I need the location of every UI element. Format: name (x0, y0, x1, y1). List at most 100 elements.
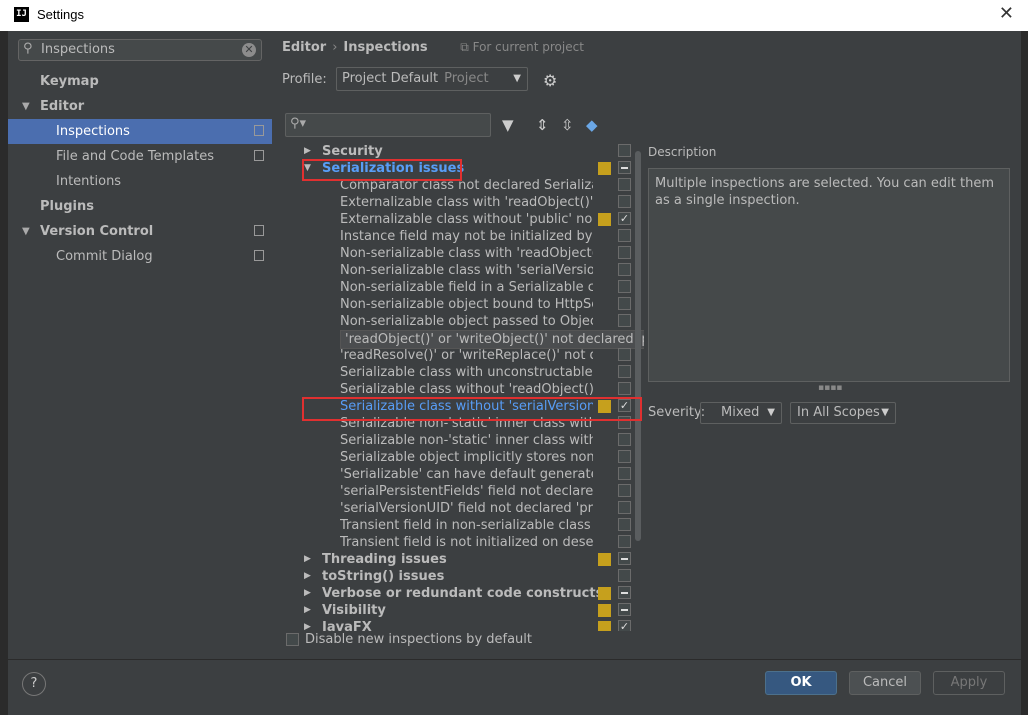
ok-button[interactable]: OK (765, 671, 837, 695)
inspection-tree-scrollbar[interactable] (635, 151, 641, 541)
inspection-item[interactable]: Non-serializable field in a Serializable… (286, 279, 644, 296)
item-checkbox[interactable] (618, 365, 631, 378)
item-checkbox[interactable]: ✓ (618, 399, 631, 412)
item-checkbox[interactable] (618, 501, 631, 514)
clear-search-icon[interactable]: ✕ (242, 43, 256, 57)
inspection-item-selected[interactable]: Serializable class without 'serialVersio… (286, 398, 644, 415)
inspection-item[interactable]: Non-serializable class with 'readObject(… (286, 245, 644, 262)
breadcrumb-separator: › (332, 40, 338, 55)
inspection-group-javafx[interactable]: ▶ JavaFX ✓ (286, 619, 644, 631)
settings-search-value: Inspections (41, 42, 115, 57)
cancel-button[interactable]: Cancel (849, 671, 921, 695)
group-checkbox[interactable] (618, 569, 631, 582)
item-checkbox[interactable] (618, 484, 631, 497)
group-checkbox[interactable]: ✓ (618, 620, 631, 631)
disable-new-inspections-checkbox[interactable] (286, 633, 299, 646)
item-checkbox[interactable] (618, 535, 631, 548)
inspection-group-security[interactable]: ▶ Security (286, 143, 644, 160)
sidebar-item-commit-dialog[interactable]: Commit Dialog (8, 244, 272, 269)
sidebar-item-file-code-templates[interactable]: File and Code Templates (8, 144, 272, 169)
item-checkbox[interactable] (618, 450, 631, 463)
inspection-item[interactable]: Externalizable class without 'public' no… (286, 211, 644, 228)
severity-dropdown[interactable]: Mixed ▼ (700, 402, 782, 424)
item-checkbox[interactable] (618, 280, 631, 293)
group-checkbox[interactable] (618, 603, 631, 616)
expanded-arrow-icon[interactable]: ▼ (304, 160, 311, 177)
inspection-item[interactable]: Externalizable class with 'readObject()'… (286, 194, 644, 211)
sidebar-item-editor[interactable]: ▼ Editor (8, 94, 272, 119)
item-checkbox[interactable] (618, 297, 631, 310)
sidebar-item-version-control[interactable]: ▼ Version Control (8, 219, 272, 244)
chevron-down-icon: ▼ (881, 407, 889, 418)
item-checkbox[interactable] (618, 416, 631, 429)
item-checkbox[interactable] (618, 467, 631, 480)
inspection-item[interactable]: Serializable class with unconstructable … (286, 364, 644, 381)
inspection-item[interactable]: Serializable class without 'readObject()… (286, 381, 644, 398)
item-checkbox[interactable] (618, 382, 631, 395)
item-checkbox[interactable] (618, 518, 631, 531)
item-checkbox[interactable] (618, 246, 631, 259)
inspection-item[interactable]: Non-serializable class with 'serialVersi… (286, 262, 644, 279)
collapsed-arrow-icon[interactable]: ▶ (304, 585, 311, 602)
inspection-group-threading[interactable]: ▶ Threading issues (286, 551, 644, 568)
settings-search-input[interactable]: ⚲ Inspections ✕ (18, 39, 262, 61)
inspection-item[interactable]: Non-serializable object passed to Object… (286, 313, 644, 330)
item-checkbox[interactable] (618, 314, 631, 327)
inspection-group-tostring[interactable]: ▶ toString() issues (286, 568, 644, 585)
inspection-item[interactable]: 'serialPersistentFields' field not decla… (286, 483, 644, 500)
inspection-item[interactable]: 'readObject()' or 'writeObject()' not de… (286, 330, 644, 349)
collapsed-arrow-icon[interactable]: ▶ (304, 602, 311, 619)
inspection-item[interactable]: Non-serializable object bound to HttpSes… (286, 296, 644, 313)
profile-dropdown[interactable]: Project Default Project ▼ (336, 67, 528, 91)
collapse-all-icon[interactable]: ⇳ (561, 116, 574, 134)
sidebar-item-label: Keymap (40, 74, 99, 89)
inspection-item[interactable]: Serializable non-'static' inner class wi… (286, 415, 644, 432)
item-checkbox[interactable]: ✓ (618, 212, 631, 225)
inspection-item[interactable]: Transient field in non-serializable clas… (286, 517, 644, 534)
group-checkbox[interactable] (618, 144, 631, 157)
expanded-arrow-icon[interactable]: ▼ (22, 219, 30, 244)
collapsed-arrow-icon[interactable]: ▶ (304, 143, 311, 160)
sidebar-item-plugins[interactable]: Plugins (8, 194, 272, 219)
apply-button[interactable]: Apply (933, 671, 1005, 695)
inspection-item[interactable]: 'Serializable' can have default generate… (286, 466, 644, 483)
item-checkbox[interactable] (618, 433, 631, 446)
inspection-item[interactable]: 'readResolve()' or 'writeReplace()' not … (286, 347, 644, 364)
help-button[interactable]: ? (22, 672, 46, 696)
group-checkbox[interactable] (618, 552, 631, 565)
inspection-item[interactable]: 'serialVersionUID' field not declared 'p… (286, 500, 644, 517)
collapsed-arrow-icon[interactable]: ▶ (304, 551, 311, 568)
collapsed-arrow-icon[interactable]: ▶ (304, 619, 311, 631)
sidebar-item-keymap[interactable]: Keymap (8, 69, 272, 94)
item-checkbox[interactable] (618, 178, 631, 191)
inspection-item[interactable]: Serializable object implicitly stores no… (286, 449, 644, 466)
scope-dropdown[interactable]: In All Scopes ▼ (790, 402, 896, 424)
group-checkbox[interactable] (618, 586, 631, 599)
sidebar-item-inspections[interactable]: Inspections (8, 119, 272, 144)
inspection-item[interactable]: Transient field is not initialized on de… (286, 534, 644, 551)
inspection-group-verbose[interactable]: ▶ Verbose or redundant code constructs (286, 585, 644, 602)
item-checkbox[interactable] (618, 348, 631, 361)
item-checkbox[interactable] (618, 229, 631, 242)
gear-icon[interactable]: ⚙ (543, 71, 557, 90)
sidebar-item-label: File and Code Templates (56, 149, 214, 164)
inspection-group-serialization[interactable]: ▼ Serialization issues (286, 160, 644, 177)
close-icon[interactable]: ✕ (999, 3, 1014, 24)
inspection-group-visibility[interactable]: ▶ Visibility (286, 602, 644, 619)
eraser-icon[interactable]: ◆ (586, 116, 598, 134)
item-checkbox[interactable] (618, 263, 631, 276)
inspection-filter-input[interactable]: ⚲▾ (285, 113, 491, 137)
filter-icon[interactable]: ▼ (502, 116, 514, 134)
resize-grip-icon[interactable]: ▪▪▪▪ (818, 383, 842, 393)
item-checkbox[interactable] (618, 195, 631, 208)
settings-sidebar: ⚲ Inspections ✕ Keymap ▼ Editor Inspecti… (8, 31, 273, 659)
inspection-item[interactable]: Instance field may not be initialized by… (286, 228, 644, 245)
expanded-arrow-icon[interactable]: ▼ (22, 94, 30, 119)
group-checkbox[interactable] (618, 161, 631, 174)
collapsed-arrow-icon[interactable]: ▶ (304, 568, 311, 585)
breadcrumb-editor[interactable]: Editor (282, 40, 326, 55)
expand-all-icon[interactable]: ⇕ (536, 116, 549, 134)
inspection-item[interactable]: Comparator class not declared Serializab… (286, 177, 644, 194)
inspection-item[interactable]: Serializable non-'static' inner class wi… (286, 432, 644, 449)
sidebar-item-intentions[interactable]: Intentions (8, 169, 272, 194)
